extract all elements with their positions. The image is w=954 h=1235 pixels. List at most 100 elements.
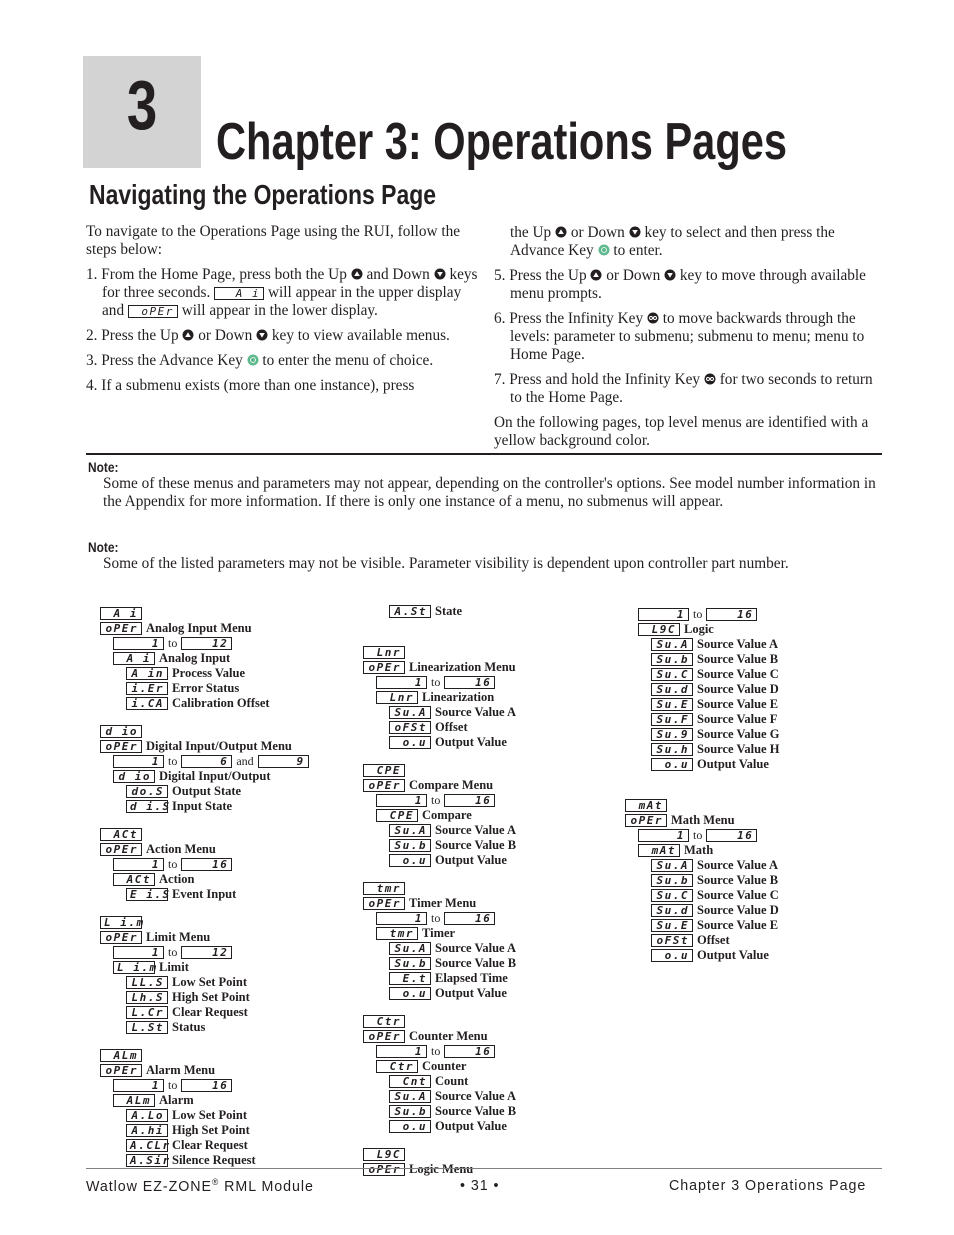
parameter-label: Output Value: [697, 948, 769, 962]
menu-tree-row: o.u Output Value: [363, 986, 516, 1001]
note-label: Note:: [88, 539, 119, 555]
lcd-display: Lh.S: [126, 991, 168, 1004]
lcd-display: L9C: [638, 623, 680, 636]
lcd-display: oPEr: [100, 622, 142, 635]
lcd-display: 16: [706, 608, 758, 621]
up-key-icon: [590, 269, 602, 281]
lcd-display: o.u: [389, 854, 431, 867]
menu-tree-row: Su.E Source Value E: [638, 697, 779, 712]
lcd-display: 16: [706, 829, 758, 842]
down-key-icon: [664, 269, 676, 281]
menu-tree-row: 1 to 16: [625, 828, 779, 843]
parameter-label: Source Value F: [697, 712, 778, 726]
menu-tree-row: Su.A Source Value A: [363, 941, 516, 956]
lcd-display: i.CA: [126, 697, 168, 710]
menu-tree-row: E i.S Event Input: [100, 887, 309, 902]
up-key-icon: [351, 268, 363, 280]
lcd-display: mAt: [625, 799, 667, 812]
menu-tree-row: A i: [100, 606, 309, 621]
lcd-display: 1: [376, 912, 427, 925]
lcd-display: oPEr: [363, 1030, 405, 1043]
lcd-display: d io: [113, 770, 155, 783]
menu-tree-row: o.u Output Value: [363, 853, 516, 868]
lcd-display: 1: [113, 946, 164, 959]
lcd-display: E i.S: [126, 888, 169, 901]
menu-tree-row: ACt Action: [100, 872, 309, 887]
parameter-label: Low Set Point: [172, 1108, 247, 1122]
menu-tree-row: CPE Compare: [363, 808, 516, 823]
lcd-display: 16: [444, 912, 496, 925]
menu-tree-row: A.St State: [363, 604, 516, 619]
menu-tree-row: Su.A Source Value A: [625, 858, 779, 873]
parameter-label: Input State: [172, 799, 233, 813]
lcd-display: 1: [376, 676, 427, 689]
chapter-number-box: 3: [83, 56, 201, 168]
menu-tree-row: L.St Status: [100, 1020, 309, 1035]
lcd-display: 16: [181, 1079, 233, 1092]
lcd-display: oPEr: [100, 931, 142, 944]
submenu-title: Timer: [422, 926, 456, 940]
lcd-display: L i.m: [100, 916, 143, 929]
lcd-display: Su.b: [389, 839, 431, 852]
submenu-title: Logic: [684, 622, 714, 636]
lcd-display: Cnt: [389, 1075, 431, 1088]
lcd-display: 1: [638, 608, 689, 621]
parameter-label: Error Status: [172, 681, 240, 695]
parameter-label: Source Value B: [697, 873, 779, 887]
note-label: Note:: [88, 459, 119, 475]
lcd-display: oPEr: [363, 779, 405, 792]
submenu-title: Alarm: [159, 1093, 194, 1107]
menu-tree-row: Lnr: [363, 645, 516, 660]
lcd-display: oPEr: [363, 897, 405, 910]
down-key-icon: [256, 329, 268, 341]
lcd-display: Su.b: [389, 957, 431, 970]
menu-tree-row: CPE: [363, 763, 516, 778]
menu-tree-row: o.u Output Value: [638, 757, 779, 772]
menu-title: Alarm Menu: [146, 1063, 216, 1077]
down-key-icon: [629, 226, 641, 238]
lcd-display: 16: [444, 794, 496, 807]
lcd-display: 1: [113, 858, 164, 871]
parameter-label: Source Value G: [697, 727, 780, 741]
lcd-display: L.Cr: [126, 1006, 168, 1019]
menu-title: Action Menu: [146, 842, 216, 856]
lcd-display: Su.A: [389, 1090, 431, 1103]
lcd-display: 16: [444, 1045, 496, 1058]
lcd-display: Su.A: [389, 942, 431, 955]
menu-tree-row: 1 to 16: [100, 1078, 309, 1093]
lcd-display: o.u: [389, 1120, 431, 1133]
menu-tree-column-2: A.St State Lnr oPEr Linearization Menu 1 to 16 L…: [363, 604, 516, 1177]
parameter-label: Source Value C: [697, 888, 779, 902]
parameter-label: Source Value B: [435, 1104, 517, 1118]
lcd-display: ALm: [100, 1049, 142, 1062]
menu-tree-row: Su.b Source Value B: [363, 1104, 516, 1119]
step-number: 1.: [86, 266, 102, 283]
note-text: Some of the listed parameters may not be…: [103, 555, 789, 572]
lcd-display: Su.E: [651, 919, 693, 932]
section-title: Navigating the Operations Page: [89, 179, 437, 210]
lcd-display: A.St: [389, 605, 431, 618]
lcd-display: 16: [181, 858, 233, 871]
infinity-key-icon: [647, 312, 659, 324]
step-number: 5.: [494, 267, 510, 284]
note-text: Some of these menus and parameters may n…: [103, 475, 876, 510]
menu-tree-row: mAt: [625, 798, 779, 813]
parameter-label: Source Value A: [435, 941, 517, 955]
step-number: 2.: [86, 327, 102, 344]
lcd-display: LL.S: [126, 976, 168, 989]
footer-product: Watlow EZ-ZONE® RML Module: [86, 1177, 314, 1195]
menu-tree-row: Ctr Counter: [363, 1059, 516, 1074]
step-number: 3.: [86, 352, 102, 369]
menu-tree-row: d io Digital Input/Output: [100, 769, 309, 784]
parameter-label: Output Value: [697, 757, 769, 771]
step-4-continued: the Up or Down key to select and then pr…: [510, 224, 835, 259]
menu-tree-row: o.u Output Value: [625, 948, 779, 963]
lcd-display: A in: [126, 667, 168, 680]
lcd-display: oPEr: [127, 304, 178, 318]
lcd-display: A.Lo: [126, 1109, 168, 1122]
advance-key-icon: [598, 244, 609, 256]
parameter-label: Source Value A: [435, 705, 517, 719]
